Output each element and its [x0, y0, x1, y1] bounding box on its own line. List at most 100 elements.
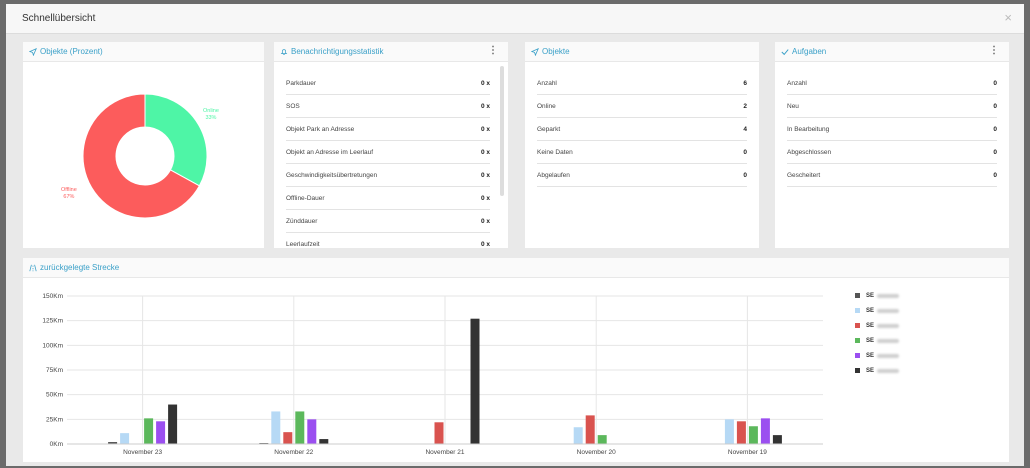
list-item: Zünddauer 0 x	[286, 210, 490, 233]
bar	[271, 411, 281, 444]
more-vertical-icon[interactable]: ⋮	[989, 45, 999, 56]
card-zurueckgelegte-strecke: zurückgelegte Strecke 0Km 25Km 50Km 75Km 100…	[23, 258, 1009, 462]
legend-swatch	[855, 323, 860, 328]
legend-item[interactable]: SE	[855, 363, 900, 378]
x-tick-label: November 19	[728, 449, 767, 456]
bar	[573, 427, 583, 444]
bar	[470, 318, 480, 444]
card-header: zurückgelegte Strecke	[23, 258, 1009, 278]
redacted-text	[877, 293, 900, 298]
card-objekte: Objekte Anzahl 6 Online 2 Geparkt 4 Keine D…	[525, 42, 759, 248]
list-item: Keine Daten 0	[537, 141, 747, 164]
bar	[772, 435, 782, 444]
legend-label: SE	[866, 367, 875, 374]
card-title: zurückgelegte Strecke	[40, 263, 120, 272]
bar	[434, 422, 444, 444]
bar	[585, 415, 595, 444]
list-item: Objekt Park an Adresse 0 x	[286, 118, 490, 141]
list-item: Geparkt 4	[537, 118, 747, 141]
y-tick-label: 50Km	[46, 392, 63, 399]
list-item: Objekt an Adresse im Leerlauf 0 x	[286, 141, 490, 164]
card-header: Aufgaben ⋮	[775, 42, 1009, 62]
bar	[283, 432, 293, 444]
list-item: Neu 0	[787, 95, 997, 118]
benachrichtigung-list: Parkdauer 0 x SOS 0 x Objekt Park an Adres…	[286, 72, 490, 248]
y-tick-label: 0Km	[50, 441, 63, 448]
more-vertical-icon[interactable]: ⋮	[488, 45, 498, 56]
card-objekte-prozent: Objekte (Prozent) Online 33% Offline 67%	[23, 42, 264, 248]
bar	[120, 433, 130, 444]
list-item: Leerlaufzeit 0 x	[286, 233, 490, 248]
legend-label: SE	[866, 337, 875, 344]
donut-label-offline: Offline 67%	[61, 187, 77, 200]
list-item: In Bearbeitung 0	[787, 118, 997, 141]
x-tick-label: November 20	[577, 449, 616, 456]
bar	[156, 421, 166, 444]
y-tick-label: 150Km	[42, 293, 63, 300]
card-aufgaben: Aufgaben ⋮ Anzahl 0 Neu 0 In Bearbeitung 0 …	[775, 42, 1009, 248]
card-benachrichtigungsstatistik: Benachrichtigungsstatistik ⋮ Parkdauer 0 …	[274, 42, 508, 248]
modal-title: Schnellübersicht	[22, 13, 96, 24]
legend-label: SE	[866, 292, 875, 299]
modal-header: Schnellübersicht ×	[6, 4, 1024, 34]
list-item: Online 2	[537, 95, 747, 118]
close-icon[interactable]: ×	[1004, 10, 1012, 25]
bar	[144, 418, 154, 444]
bar	[748, 426, 758, 444]
legend-item[interactable]: SE	[855, 288, 900, 303]
card-header: Objekte (Prozent)	[23, 42, 264, 62]
list-item: SOS 0 x	[286, 95, 490, 118]
list-item: Anzahl 0	[787, 72, 997, 95]
location-arrow-icon	[531, 47, 539, 56]
bar	[295, 411, 305, 444]
list-item: Geschwindigkeitsübertretungen 0 x	[286, 164, 490, 187]
chart-legend: SE SE SE SE SE SE	[855, 288, 900, 378]
y-tick-label: 25Km	[46, 416, 63, 423]
objekte-donut-chart	[82, 93, 208, 219]
bar	[597, 435, 607, 444]
card-title: Benachrichtigungsstatistik	[291, 47, 384, 56]
card-header: Benachrichtigungsstatistik ⋮	[274, 42, 508, 62]
donut-label-online: Online 33%	[203, 108, 219, 121]
schnelluebersicht-modal: Schnellübersicht × Objekte (Prozent) Onl…	[6, 4, 1024, 466]
card-title: Objekte	[542, 47, 570, 56]
road-icon	[29, 264, 37, 271]
list-item: Offline-Dauer 0 x	[286, 187, 490, 210]
legend-item[interactable]: SE	[855, 303, 900, 318]
x-tick-label: November 23	[123, 449, 162, 456]
bar	[307, 419, 317, 444]
bar	[319, 439, 329, 444]
list-item: Abgelaufen 0	[537, 164, 747, 187]
objekte-list: Anzahl 6 Online 2 Geparkt 4 Keine Daten 0 Ab…	[537, 72, 747, 187]
bar	[760, 418, 770, 444]
list-item: Gescheitert 0	[787, 164, 997, 187]
legend-label: SE	[866, 307, 875, 314]
list-item: Abgeschlossen 0	[787, 141, 997, 164]
aufgaben-list: Anzahl 0 Neu 0 In Bearbeitung 0 Abgeschloss…	[787, 72, 997, 187]
list-item: Parkdauer 0 x	[286, 72, 490, 95]
legend-swatch	[855, 308, 860, 313]
card-title: Aufgaben	[792, 47, 827, 56]
check-icon	[781, 48, 789, 55]
y-tick-label: 100Km	[42, 342, 63, 349]
legend-item[interactable]: SE	[855, 348, 900, 363]
legend-label: SE	[866, 322, 875, 329]
bar	[168, 404, 178, 444]
bell-icon	[280, 48, 288, 55]
redacted-text	[877, 308, 900, 313]
scrollbar[interactable]	[500, 66, 504, 196]
card-header: Objekte	[525, 42, 759, 62]
legend-swatch	[855, 293, 860, 298]
x-tick-label: November 21	[425, 449, 464, 456]
redacted-text	[877, 368, 900, 373]
card-title: Objekte (Prozent)	[40, 47, 103, 56]
bar	[736, 421, 746, 444]
redacted-text	[877, 338, 900, 343]
redacted-text	[877, 353, 900, 358]
donut-slice-online	[144, 93, 208, 187]
legend-item[interactable]: SE	[855, 333, 900, 348]
legend-item[interactable]: SE	[855, 318, 900, 333]
bar	[724, 419, 734, 444]
strecke-bar-chart: 0Km 25Km 50Km 75Km 100Km 125Km 150Km November 2…	[42, 293, 823, 456]
y-tick-label: 125Km	[42, 318, 63, 325]
